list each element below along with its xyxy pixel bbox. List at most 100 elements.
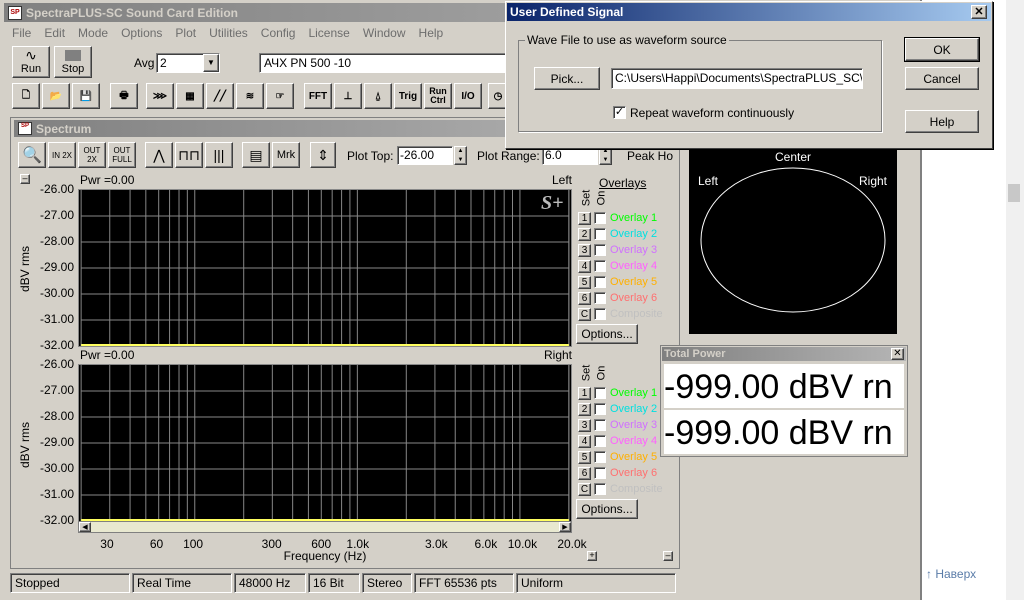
- ytick: -28.00: [39, 234, 74, 248]
- phase-plot[interactable]: Center Left Right: [689, 144, 897, 334]
- browser-scroll-thumb[interactable]: [1008, 184, 1020, 202]
- right-channel-plot[interactable]: [78, 364, 572, 522]
- pick-button[interactable]: Pick...: [534, 67, 600, 90]
- hand-icon[interactable]: ☞: [266, 83, 294, 109]
- overlay-set-button[interactable]: C: [578, 307, 591, 321]
- overlay-set-button[interactable]: 3: [578, 418, 591, 432]
- overlay-set-button[interactable]: 4: [578, 259, 591, 273]
- menu-file[interactable]: File: [12, 26, 31, 40]
- browser-scrollbar[interactable]: [1006, 0, 1024, 600]
- menu-config[interactable]: Config: [261, 26, 296, 40]
- waterfall-icon[interactable]: ≋: [236, 83, 264, 109]
- display-icon[interactable]: ▦: [176, 83, 204, 109]
- overlay-set-button[interactable]: 5: [578, 450, 591, 464]
- overlay-set-button[interactable]: 2: [578, 227, 591, 241]
- filter-icon[interactable]: ⋙: [146, 83, 174, 109]
- overlay-options-button[interactable]: Options...: [576, 324, 638, 344]
- bottom-yticks: -26.00 -27.00 -28.00 -29.00 -30.00 -31.0…: [24, 357, 74, 537]
- overlay-options-button[interactable]: Options...: [576, 499, 638, 519]
- menu-options[interactable]: Options: [121, 26, 162, 40]
- menu-license[interactable]: License: [308, 26, 349, 40]
- line-plot-icon[interactable]: ⋀: [145, 142, 173, 168]
- horizontal-scrollbar[interactable]: ◀ ▶: [78, 521, 572, 533]
- overlay-checkbox[interactable]: [594, 244, 606, 256]
- run-ctrl-button[interactable]: Run Ctrl: [424, 83, 452, 109]
- zoom-out-full-button[interactable]: OUT FULL: [108, 142, 136, 168]
- overlay-checkbox[interactable]: [594, 467, 606, 479]
- stop-label: Stop: [61, 63, 85, 75]
- overlay-checkbox[interactable]: [594, 419, 606, 431]
- back-to-top-link[interactable]: ↑ Наверх: [926, 567, 1006, 585]
- help-button[interactable]: Help: [905, 110, 979, 133]
- overlay-set-button[interactable]: 1: [578, 211, 591, 225]
- overlay-checkbox[interactable]: [594, 451, 606, 463]
- overlay-set-button[interactable]: 1: [578, 386, 591, 400]
- scale-icon[interactable]: ⇕: [310, 142, 336, 168]
- open-icon[interactable]: 📂: [42, 83, 70, 109]
- overlays-title: Overlays: [599, 176, 647, 190]
- menu-help[interactable]: Help: [419, 26, 444, 40]
- cancel-button[interactable]: Cancel: [905, 67, 979, 90]
- overlay-row: 4 Overlay 4: [578, 258, 657, 274]
- dialog-close-icon[interactable]: ✕: [971, 5, 987, 19]
- overlay-set-button[interactable]: 5: [578, 275, 591, 289]
- step-plot-icon[interactable]: ⊓⊓: [175, 142, 203, 168]
- overlay-set-button[interactable]: 2: [578, 402, 591, 416]
- overlay-checkbox[interactable]: [594, 403, 606, 415]
- overlay-set-button[interactable]: 6: [578, 291, 591, 305]
- scroll-left-icon[interactable]: ◀: [79, 522, 91, 532]
- overlay-checkbox[interactable]: [594, 260, 606, 272]
- overlay-set-button[interactable]: 4: [578, 434, 591, 448]
- bar-plot-icon[interactable]: |||: [205, 142, 233, 168]
- ok-button[interactable]: OK: [904, 37, 980, 62]
- menu-utilities[interactable]: Utilities: [209, 26, 248, 40]
- overlay-set-button[interactable]: 6: [578, 466, 591, 480]
- total-power-close-icon[interactable]: ✕: [891, 348, 904, 360]
- zoom-icon[interactable]: 🔍: [18, 142, 46, 168]
- save-icon[interactable]: 💾: [72, 83, 100, 109]
- print-icon[interactable]: 🖶: [110, 83, 138, 109]
- peak-hold-label[interactable]: Peak Ho: [627, 149, 677, 163]
- overlay-checkbox[interactable]: [594, 483, 606, 495]
- plot-top-spinner[interactable]: ▲ ▼: [454, 146, 467, 165]
- meter-icon[interactable]: ⍙: [364, 83, 392, 109]
- expand-button[interactable]: +: [587, 551, 597, 561]
- ramp-icon[interactable]: ╱╱: [206, 83, 234, 109]
- new-icon[interactable]: 🗋: [12, 83, 40, 109]
- overlay-checkbox[interactable]: [594, 435, 606, 447]
- overlay-set-button[interactable]: C: [578, 482, 591, 496]
- collapse-bottom-button[interactable]: –: [663, 551, 673, 561]
- ytick: -26.00: [39, 182, 74, 196]
- stop-button[interactable]: Stop: [54, 46, 92, 78]
- table-icon[interactable]: ▤: [242, 142, 270, 168]
- overlay-checkbox[interactable]: [594, 292, 606, 304]
- preset-field[interactable]: АЧХ PN 500 -10: [259, 53, 509, 73]
- menu-window[interactable]: Window: [363, 26, 406, 40]
- overlay-checkbox[interactable]: [594, 387, 606, 399]
- left-channel-plot[interactable]: [78, 189, 572, 347]
- avg-select[interactable]: 2 ▼: [156, 53, 220, 73]
- menu-plot[interactable]: Plot: [175, 26, 196, 40]
- plot-top-input[interactable]: -26.00: [397, 146, 453, 165]
- zoom-out-2x-button[interactable]: OUT 2X: [78, 142, 106, 168]
- chevron-down-icon[interactable]: ▼: [203, 54, 219, 72]
- menu-edit[interactable]: Edit: [44, 26, 65, 40]
- overlay-set-button[interactable]: 3: [578, 243, 591, 257]
- fft-button[interactable]: FFT: [304, 83, 332, 109]
- scope-icon[interactable]: ⊥: [334, 83, 362, 109]
- repeat-checkbox[interactable]: ✓: [613, 106, 626, 119]
- scroll-right-icon[interactable]: ▶: [559, 522, 571, 532]
- overlay-checkbox[interactable]: [594, 276, 606, 288]
- menu-mode[interactable]: Mode: [78, 26, 108, 40]
- io-button[interactable]: I/O: [454, 83, 482, 109]
- zoom-in-2x-button[interactable]: IN 2X: [48, 142, 76, 168]
- marker-button[interactable]: Mrk: [272, 142, 300, 168]
- trig-button[interactable]: Trig: [394, 83, 422, 109]
- run-button[interactable]: ∿ Run: [12, 46, 50, 78]
- overlay-checkbox[interactable]: [594, 212, 606, 224]
- wave-file-path-input[interactable]: C:\Users\Happi\Documents\SpectraPLUS_SC\…: [611, 68, 863, 89]
- overlay-checkbox[interactable]: [594, 228, 606, 240]
- ytick: -27.00: [39, 383, 74, 397]
- status-fft-size: FFT 65536 pts: [414, 573, 514, 593]
- overlay-checkbox[interactable]: [594, 308, 606, 320]
